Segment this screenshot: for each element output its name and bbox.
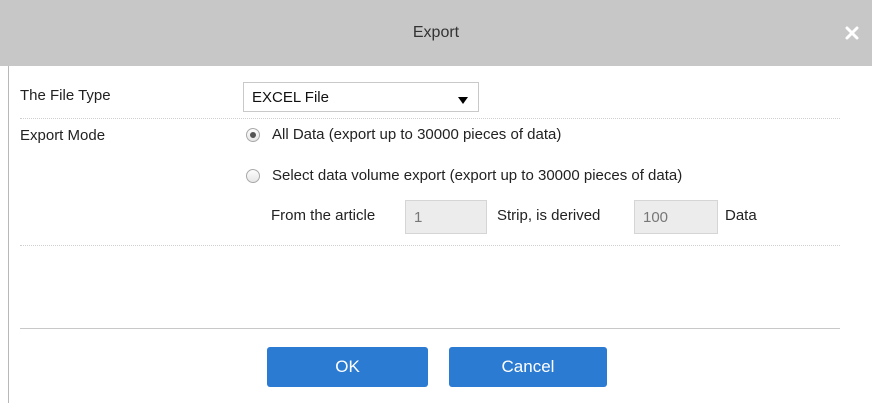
row-divider [20,245,840,246]
radio-select-volume[interactable] [246,169,260,183]
from-article-label: From the article [271,207,376,224]
file-type-select[interactable]: EXCEL File [243,82,479,112]
option-select-volume-label[interactable]: Select data volume export (export up to … [272,167,682,184]
file-type-value: EXCEL File [252,89,329,106]
export-dialog: Export The File Type EXCEL File Export M… [0,0,872,403]
ok-button[interactable]: OK [267,347,428,387]
option-all-data-label[interactable]: All Data (export up to 30000 pieces of d… [272,126,561,143]
dialog-titlebar: Export [0,0,872,66]
row-divider [20,118,840,119]
left-border [8,66,9,403]
footer-divider [20,328,840,329]
dialog-title: Export [412,24,460,41]
radio-all-data[interactable] [246,128,260,142]
export-mode-label: Export Mode [20,127,106,144]
data-label: Data [725,207,757,224]
cancel-button[interactable]: Cancel [449,347,607,387]
from-article-input[interactable]: 1 [405,200,487,234]
close-icon[interactable] [842,23,862,43]
data-count-input[interactable]: 100 [634,200,718,234]
dropdown-arrow-icon [458,92,468,110]
strip-derived-label: Strip, is derived [497,207,601,224]
file-type-label: The File Type [20,87,111,104]
